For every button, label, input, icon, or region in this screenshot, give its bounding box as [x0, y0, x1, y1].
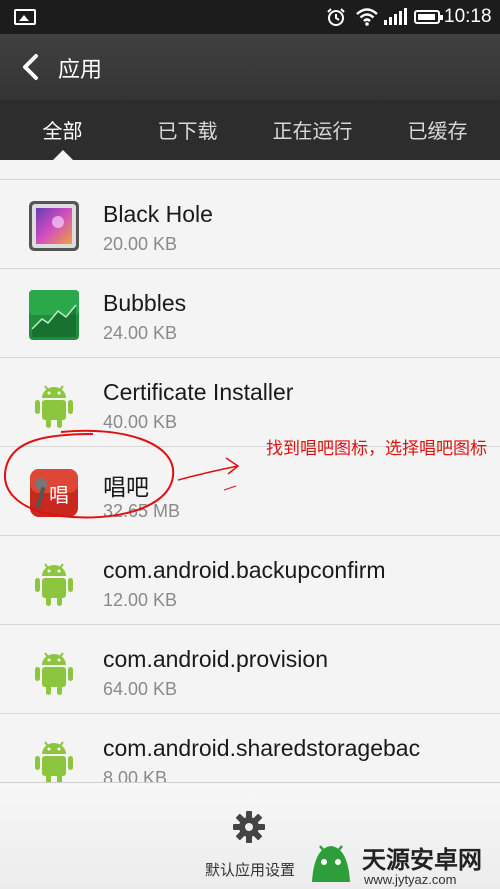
watermark: 天源安卓网 www.jytyaz.com [306, 838, 500, 889]
android-logo-icon [312, 845, 350, 882]
svg-text:唱: 唱 [49, 483, 69, 507]
active-tab-indicator [53, 150, 73, 160]
tab-bar: 全部 已下载 正在运行 已缓存 [0, 100, 500, 160]
default-app-settings-label: 默认应用设置 [204, 861, 295, 879]
alarm-icon [327, 8, 345, 26]
list-item[interactable]: com.android.sharedstoragebac 8.00 KB [0, 714, 500, 782]
list-item[interactable]: com.android.backupconfirm 12.00 KB [0, 536, 500, 625]
app-size: 64.00 KB [103, 679, 178, 699]
app-name: com.android.provision [103, 646, 329, 672]
app-name: Bubbles [103, 290, 187, 316]
action-bar: 应用 [0, 34, 500, 100]
signal-icon [384, 8, 407, 25]
bubbles-icon [29, 290, 79, 340]
status-time: 10:18 [444, 6, 492, 27]
app-name: Black Hole [103, 201, 213, 227]
back-arrow-icon [23, 54, 38, 80]
app-size: 32.65 MB [103, 501, 181, 521]
android-icon [35, 741, 73, 782]
back-button[interactable] [12, 48, 52, 86]
black-hole-icon [29, 201, 79, 251]
app-size: 24.00 KB [103, 323, 178, 343]
status-bar: 10:18 [0, 0, 500, 34]
battery-icon [414, 10, 443, 24]
wifi-icon [356, 8, 378, 26]
list-item[interactable]: Black Hole 20.00 KB [0, 180, 500, 269]
watermark-title: 天源安卓网 [362, 846, 482, 874]
changba-icon: 唱 [30, 469, 78, 517]
annotation-text: 找到唱吧图标，选择唱吧图标 [266, 439, 487, 459]
app-name: 唱吧 [103, 474, 149, 500]
app-size: 40.00 KB [103, 412, 178, 432]
list-item[interactable]: com.android.provision 64.00 KB [0, 625, 500, 714]
app-size: 8.00 KB [103, 768, 168, 782]
android-icon [35, 652, 73, 695]
tab-downloaded[interactable]: 已下载 [125, 115, 250, 144]
gallery-notification-icon [14, 9, 36, 25]
app-size: 12.00 KB [103, 590, 178, 610]
gear-icon [233, 811, 265, 843]
app-name: com.android.backupconfirm [103, 557, 386, 583]
app-name: Certificate Installer [103, 379, 294, 405]
app-name: com.android.sharedstoragebac [103, 735, 421, 761]
page-title: 应用 [58, 58, 103, 83]
default-app-settings-button[interactable]: 默认应用设置 [195, 803, 305, 883]
app-size: 20.00 KB [103, 234, 178, 254]
list-item[interactable]: Bubbles 24.00 KB [0, 269, 500, 358]
android-icon [35, 385, 73, 428]
android-icon [35, 563, 73, 606]
watermark-url: www.jytyaz.com [364, 872, 457, 887]
tab-all[interactable]: 全部 [0, 115, 125, 144]
tab-running[interactable]: 正在运行 [250, 115, 375, 144]
tab-cached[interactable]: 已缓存 [375, 115, 500, 144]
app-list[interactable]: Black Hole 20.00 KB Bubbles 24.00 KB Cer… [0, 160, 500, 782]
